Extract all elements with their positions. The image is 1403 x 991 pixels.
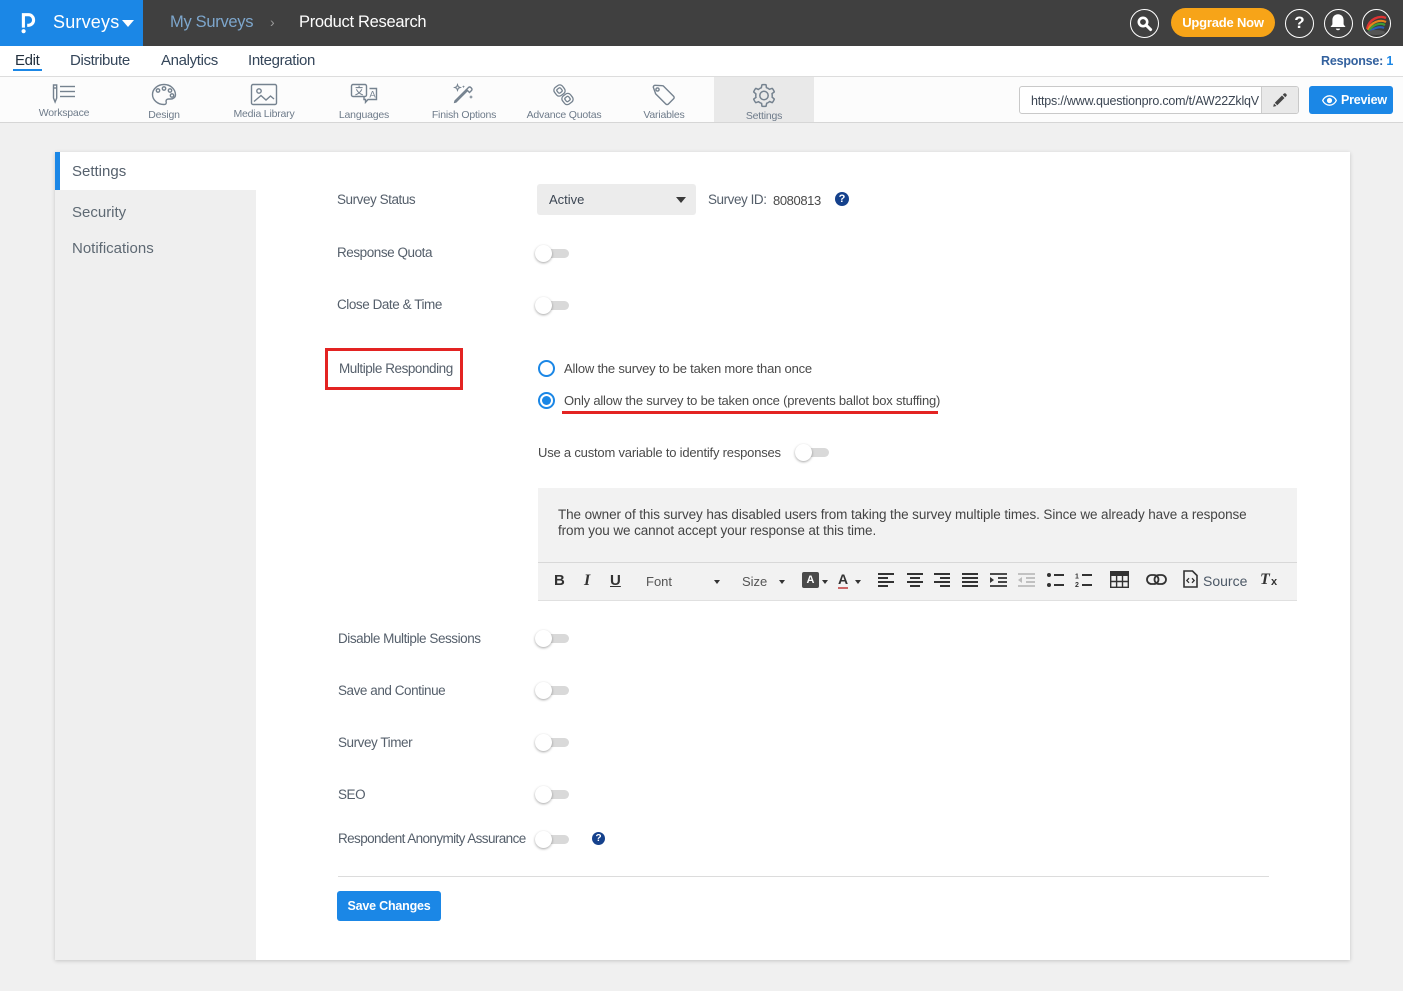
svg-text:1: 1	[1075, 574, 1079, 581]
svg-text:A: A	[369, 89, 376, 100]
svg-text:2: 2	[1075, 582, 1079, 587]
